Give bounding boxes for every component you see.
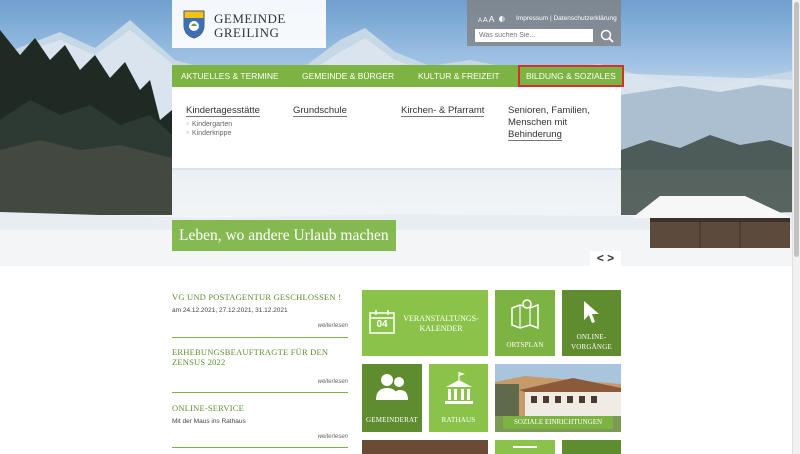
news-item[interactable]: ERHEBUNGSBEAUFTRAGTE FÜR DEN ZENSUS 2022 <box>172 347 348 367</box>
cursor-icon <box>584 301 599 323</box>
calendar-day: 04 <box>376 319 388 330</box>
tile-veranstaltungskalender[interactable]: 04 VERANSTALTUNGS- KALENDER <box>362 290 488 356</box>
townhall-icon <box>445 372 473 404</box>
nav-gemeinde-buerger[interactable]: GEMEINDE & BÜRGER <box>302 65 394 87</box>
menu-grundschule[interactable]: Grundschule <box>293 105 347 117</box>
news-item[interactable]: ONLINE-SERVICE Mit der Maus ins Rathaus <box>172 403 348 425</box>
nav-kultur-freizeit[interactable]: KULTUR & FREIZEIT <box>418 65 500 87</box>
main-navigation: AKTUELLES & TERMINE GEMEINDE & BÜRGER KU… <box>172 65 624 87</box>
tile-label: ORTSPLAN <box>506 341 544 349</box>
news-divider <box>172 447 348 448</box>
coat-of-arms-icon <box>183 10 205 39</box>
news-title[interactable]: ERHEBUNGSBEAUFTRAGTE FÜR DEN ZENSUS 2022 <box>172 347 348 367</box>
logo[interactable]: GEMEINDE GREILING <box>172 0 326 48</box>
slider-prev-button[interactable]: < <box>597 251 604 265</box>
tile-partial[interactable] <box>495 440 555 454</box>
news-divider <box>172 337 348 338</box>
tile-gemeinderat[interactable]: GEMEINDERAT <box>362 364 422 432</box>
menu-kinderkrippe[interactable]: Kinderkrippe <box>186 130 231 137</box>
mega-menu-dropdown: Kindertagesstätte Kindergarten Kinderkri… <box>172 87 621 168</box>
logo-line-2: GREILING <box>214 25 280 40</box>
tile-label: ONLINE- VORGÄNGE <box>571 333 612 351</box>
logo-text: GEMEINDE GREILING <box>214 12 286 40</box>
people-icon <box>376 374 408 400</box>
slider-next-button[interactable]: > <box>607 251 614 265</box>
tile-online-vorgaenge[interactable]: ONLINE- VORGÄNGE <box>562 290 621 356</box>
datenschutz-link[interactable]: Datenschutzerklärung <box>553 15 616 22</box>
scrollbar-thumb[interactable] <box>794 2 799 257</box>
menu-senioren-line3: Behinderung <box>508 129 562 141</box>
tile-label: SOZIALE EINRICHTUNGEN <box>503 416 613 429</box>
news-read-more[interactable]: weiterlesen <box>318 434 348 440</box>
tile-partial-photo[interactable] <box>362 440 488 454</box>
menu-senioren-line1: Senioren, Familien, <box>508 105 590 116</box>
search-icon[interactable] <box>599 28 615 44</box>
menu-kirchen-pfarramt[interactable]: Kirchen- & Pfarramt <box>401 105 485 117</box>
tile-partial[interactable] <box>562 440 621 454</box>
tile-label: GEMEINDERAT <box>366 416 418 424</box>
news-title[interactable]: ONLINE-SERVICE <box>172 403 348 413</box>
menu-kindergarten[interactable]: Kindergarten <box>186 121 232 128</box>
nav-bildung-soziales[interactable]: BILDUNG & SOZIALES <box>518 65 624 87</box>
font-size-large[interactable]: A <box>489 14 495 24</box>
impressum-link[interactable]: Impressum <box>516 15 548 22</box>
news-divider <box>172 392 348 393</box>
tile-ortsplan[interactable]: ORTSPLAN <box>495 290 555 356</box>
news-read-more[interactable]: weiterlesen <box>318 379 348 385</box>
search-input[interactable] <box>475 29 593 42</box>
font-size-medium[interactable]: A <box>483 17 488 24</box>
separator: | <box>549 15 552 22</box>
font-size-small[interactable]: A <box>478 18 482 24</box>
tile-label: RATHAUS <box>441 416 476 424</box>
tile-rathaus[interactable]: RATHAUS <box>429 364 488 432</box>
slogan-banner: Leben, wo andere Urlaub machen <box>172 220 396 251</box>
tile-soziale-einrichtungen[interactable]: SOZIALE EINRICHTUNGEN <box>495 364 621 432</box>
slider-controls: < > <box>590 251 621 266</box>
menu-kindertagesstaette[interactable]: Kindertagesstätte <box>186 105 260 117</box>
news-body: am 24.12.2021, 27.12.2021, 31.12.2021 <box>172 307 288 314</box>
map-icon <box>511 299 539 330</box>
logo-line-1: GEMEINDE <box>214 11 286 26</box>
news-body: Mit der Maus ins Rathaus <box>172 418 246 425</box>
news-item[interactable]: VG UND POSTAGENTUR GESCHLOSSEN ! am 24.1… <box>172 292 348 314</box>
font-size-controls: AAA <box>478 14 506 24</box>
contrast-icon[interactable] <box>499 16 506 22</box>
news-title[interactable]: VG UND POSTAGENTUR GESCHLOSSEN ! <box>172 292 348 302</box>
nav-aktuelles-termine[interactable]: AKTUELLES & TERMINE <box>181 65 279 87</box>
utility-box: AAA Impressum | Datenschutzerklärung <box>467 0 621 46</box>
menu-senioren-familien[interactable]: Senioren, Familien, Menschen mit Behinde… <box>508 105 590 141</box>
util-links: Impressum | Datenschutzerklärung <box>516 15 617 22</box>
tile-label: VERANSTALTUNGS- KALENDER <box>403 314 479 333</box>
menu-senioren-line2: Menschen mit <box>508 117 568 128</box>
scrollbar[interactable] <box>792 0 800 454</box>
news-read-more[interactable]: weiterlesen <box>318 323 348 329</box>
